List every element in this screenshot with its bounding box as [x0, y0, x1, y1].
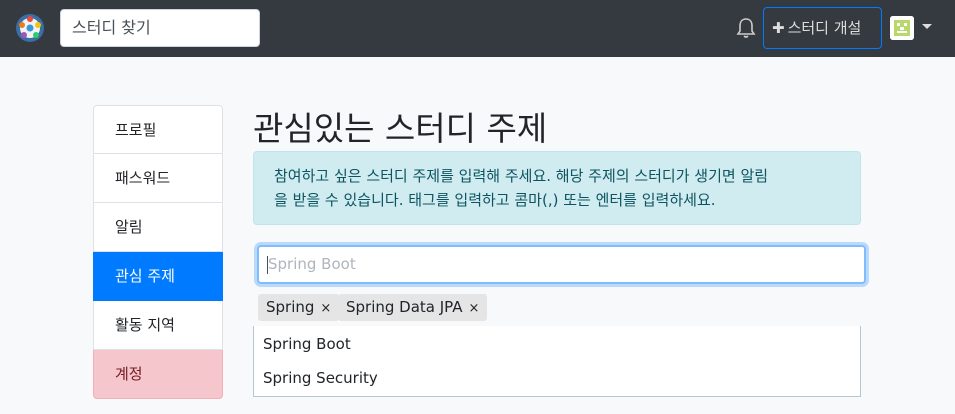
info-text-line2: 을 받을 수 있습니다. 태그를 입력하고 콤마(,) 또는 엔터를 입력하세요… — [274, 191, 716, 209]
navbar: 스터디 찾기 ✚ 스터디 개설 — [0, 0, 955, 57]
sidebar-item-profile[interactable]: 프로필 — [93, 105, 223, 154]
suggestion-item[interactable]: Spring Boot — [254, 326, 860, 360]
sidebar-item-tags[interactable]: 관심 주제 — [93, 252, 223, 301]
sidebar-item-account[interactable]: 계정 — [93, 350, 223, 399]
search-input[interactable]: 스터디 찾기 — [60, 9, 260, 47]
create-study-label: 스터디 개설 — [787, 19, 862, 37]
info-alert: 참여하고 싶은 스터디 주제를 입력해 주세요. 해당 주제의 스터디가 생기면… — [253, 151, 861, 225]
sidebar-item-notifications[interactable]: 알림 — [93, 203, 223, 252]
chevron-down-icon[interactable] — [922, 24, 932, 29]
suggestion-dropdown: Spring Boot Spring Security — [253, 326, 861, 397]
remove-tag-icon[interactable]: × — [320, 301, 331, 316]
settings-sidebar: 프로필 패스워드 알림 관심 주제 활동 지역 계정 — [93, 105, 223, 399]
bell-icon[interactable] — [736, 17, 756, 39]
tag-label: Spring — [266, 298, 315, 316]
tag-input-placeholder: Spring Boot — [268, 255, 356, 273]
sidebar-item-zones[interactable]: 활동 지역 — [93, 301, 223, 350]
plus-icon: ✚ — [772, 19, 785, 37]
tag-input[interactable]: Spring Boot — [257, 245, 866, 284]
avatar[interactable] — [890, 16, 914, 40]
tag-chip: Spring Data JPA × — [338, 294, 488, 321]
info-text-line1: 참여하고 싶은 스터디 주제를 입력해 주세요. 해당 주제의 스터디가 생기면… — [274, 167, 769, 185]
tag-chip: Spring × — [258, 294, 340, 321]
tag-label: Spring Data JPA — [346, 298, 463, 316]
page-title: 관심있는 스터디 주제 — [253, 109, 548, 148]
create-study-button[interactable]: ✚ 스터디 개설 — [763, 7, 882, 49]
logo-icon[interactable] — [15, 13, 45, 43]
remove-tag-icon[interactable]: × — [469, 301, 480, 316]
sidebar-item-password[interactable]: 패스워드 — [93, 154, 223, 203]
suggestion-item[interactable]: Spring Security — [254, 360, 860, 394]
